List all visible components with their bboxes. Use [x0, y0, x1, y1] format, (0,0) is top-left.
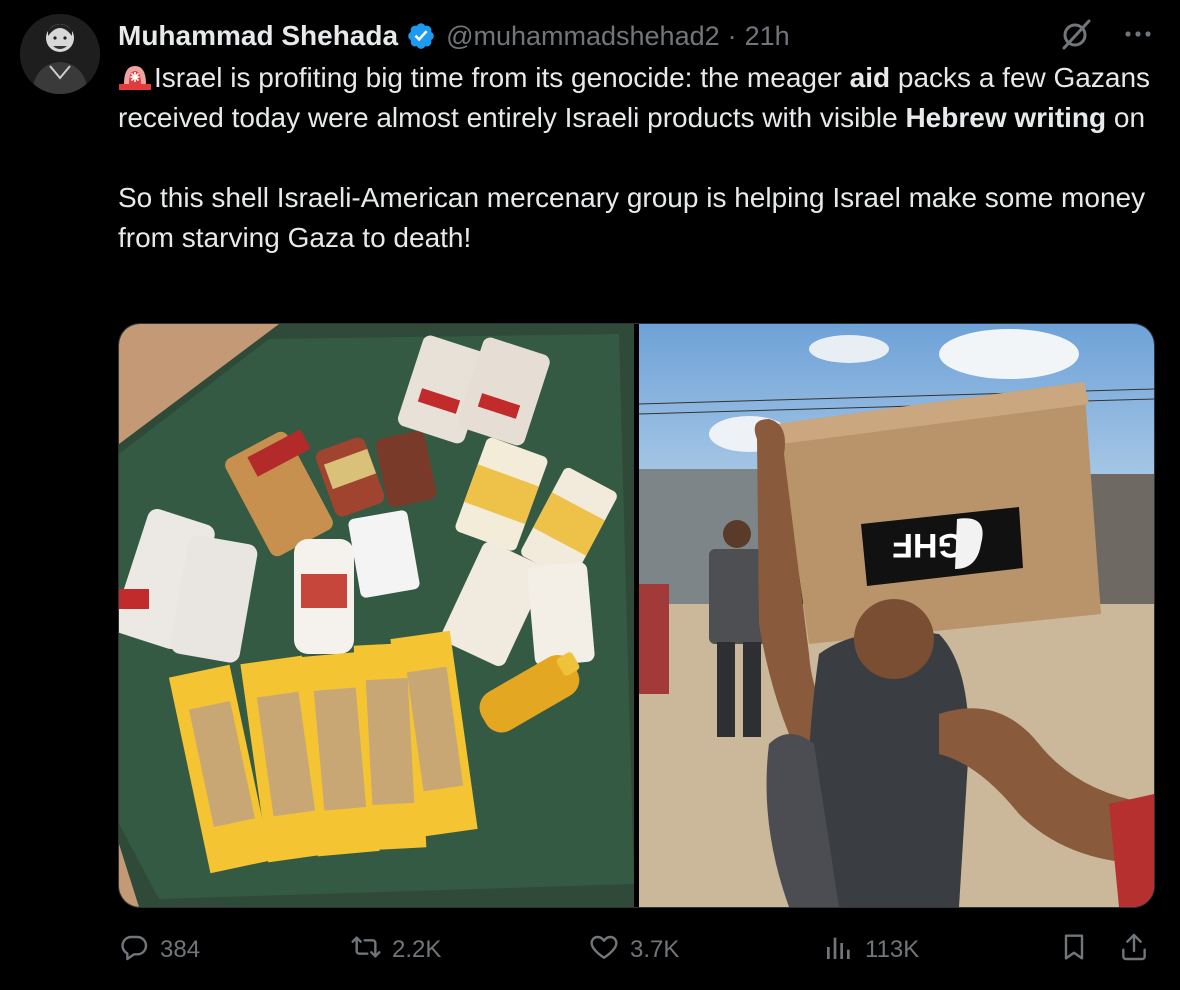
share-button[interactable] [1118, 928, 1150, 972]
ghf-logo-text: GHF [892, 526, 964, 564]
tweet: Muhammad Shehada @muhammadshehad2 · 21h [0, 0, 1180, 990]
views-button[interactable]: 113K [823, 928, 919, 972]
grok-icon[interactable] [1058, 16, 1094, 52]
text-bold-hebrew: Hebrew writing [905, 102, 1107, 133]
top-right-actions [1058, 16, 1156, 52]
text-segment: Israel is profiting big time from its ge… [154, 62, 850, 93]
bookmark-button[interactable] [1058, 928, 1090, 972]
action-bar: 384 2.2K 3.7K 113K [118, 928, 1158, 972]
author-name[interactable]: Muhammad Shehada [118, 20, 398, 52]
like-count: 3.7K [630, 936, 680, 963]
repost-icon [350, 931, 382, 970]
share-icon [1118, 931, 1150, 970]
verified-badge-icon [406, 21, 436, 51]
text-bold-aid: aid [849, 62, 891, 93]
like-icon [588, 931, 620, 970]
tweet-paragraph-1: Israel is profiting big time from its ge… [118, 58, 1158, 138]
media-image-food-items[interactable] [119, 324, 635, 907]
separator: · [727, 20, 737, 51]
bookmark-icon [1058, 931, 1090, 970]
reply-icon [118, 931, 150, 970]
more-icon[interactable] [1120, 16, 1156, 52]
views-icon [823, 931, 855, 970]
views-count: 113K [865, 936, 920, 963]
timestamp[interactable]: 21h [745, 21, 790, 52]
text-segment: on [1106, 102, 1146, 133]
media-grid: GHF [118, 323, 1155, 908]
repost-count: 2.2K [392, 936, 442, 963]
siren-emoji-icon [118, 61, 152, 90]
reply-count: 384 [160, 936, 201, 963]
media-image-ghf-box[interactable]: GHF [638, 324, 1155, 907]
tweet-header: Muhammad Shehada @muhammadshehad2 · 21h [118, 14, 790, 58]
tweet-paragraph-2: So this shell Israeli-American mercenary… [118, 182, 1146, 253]
reply-button[interactable]: 384 [118, 928, 200, 972]
like-button[interactable]: 3.7K [588, 928, 679, 972]
avatar[interactable] [20, 14, 100, 94]
author-handle[interactable]: @muhammadshehad2 [446, 21, 720, 52]
repost-button[interactable]: 2.2K [350, 928, 441, 972]
tweet-text: Israel is profiting big time from its ge… [118, 58, 1158, 258]
